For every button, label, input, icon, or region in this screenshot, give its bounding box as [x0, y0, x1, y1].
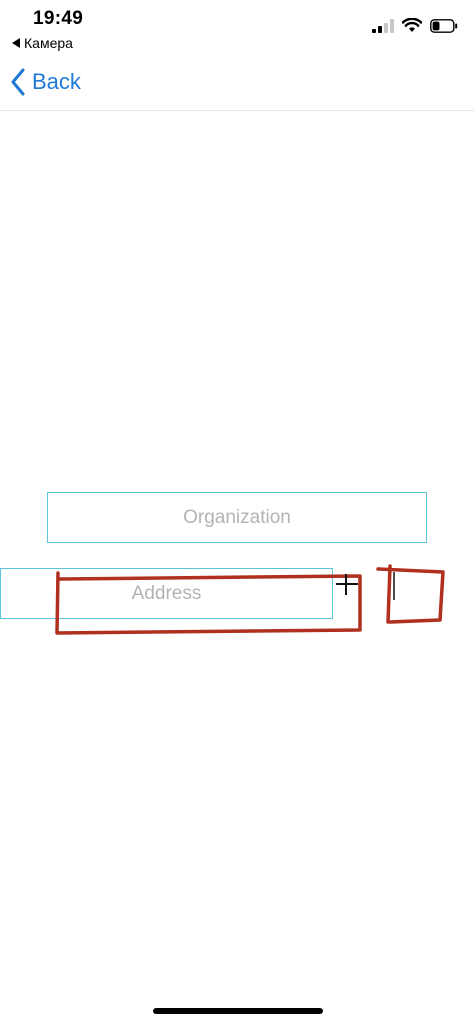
back-triangle-icon	[12, 38, 20, 48]
chevron-left-icon	[11, 68, 25, 96]
status-time: 19:49	[33, 8, 84, 29]
home-indicator[interactable]	[153, 1008, 323, 1014]
navigation-bar: Back	[0, 58, 474, 111]
screen: 19:49 Камера Back Organization Address	[0, 0, 474, 1025]
cellular-signal-icon	[372, 18, 394, 33]
return-to-app-link[interactable]: Камера	[12, 35, 73, 51]
status-icons	[372, 18, 458, 33]
battery-icon	[430, 18, 458, 33]
address-placeholder: Address	[131, 582, 202, 604]
wifi-icon	[402, 18, 422, 32]
organization-field[interactable]: Organization	[47, 492, 427, 543]
organization-placeholder: Organization	[183, 506, 291, 528]
return-to-app-label: Камера	[24, 35, 73, 51]
back-button-label: Back	[32, 69, 81, 94]
back-button[interactable]: Back	[10, 68, 81, 96]
address-field[interactable]: Address	[0, 568, 333, 619]
annotation-box-shape	[376, 564, 445, 624]
plus-cursor-icon	[336, 574, 358, 595]
